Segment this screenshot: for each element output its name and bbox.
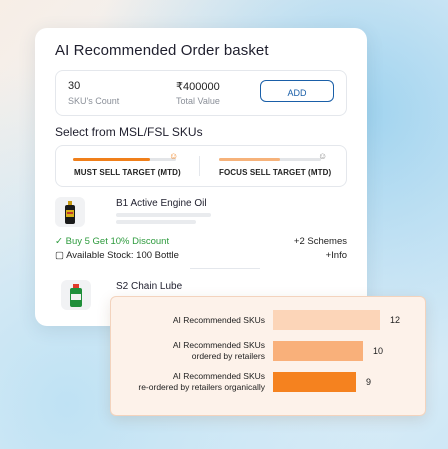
info-link[interactable]: +Info <box>326 250 347 261</box>
placeholder-line <box>116 220 196 224</box>
stock-label: Available Stock: 100 Bottle <box>66 250 179 261</box>
basket-summary: 30 SKU's Count ₹400000 Total Value ADD <box>55 70 347 116</box>
focus-sell-label: FOCUS SELL TARGET (MTD) <box>219 168 332 177</box>
row-value: 9 <box>366 377 372 387</box>
oil-bottle-icon <box>65 201 75 224</box>
product-name[interactable]: S2 Chain Lube <box>116 281 182 292</box>
section-title: Select from MSL/FSL SKUs <box>55 125 203 139</box>
reordered-bar <box>273 372 356 392</box>
row-value: 12 <box>390 315 401 325</box>
smile-icon: ☺ <box>318 151 328 161</box>
must-sell-progress-fill <box>73 158 151 161</box>
placeholder-line <box>116 213 211 217</box>
total-value-label: Total Value <box>176 96 220 106</box>
divider <box>190 268 260 269</box>
smile-icon: ☺ <box>169 151 179 161</box>
card-title: AI Recommended Order basket <box>55 42 269 59</box>
row-label: AI Recommended SKUs ordered by retailers <box>172 340 265 361</box>
divider <box>199 156 200 176</box>
total-value: ₹400000 <box>176 81 220 93</box>
add-button[interactable]: ADD <box>260 80 334 102</box>
lube-can-icon <box>70 284 82 307</box>
stock-text: ▢ Available Stock: 100 Bottle <box>55 250 179 261</box>
recommended-bar <box>273 310 380 330</box>
targets-panel: ☺ MUST SELL TARGET (MTD) ☺ FOCUS SELL TA… <box>55 145 347 187</box>
row-label: AI Recommended SKUs re-ordered by retail… <box>138 371 265 392</box>
box-icon: ▢ <box>55 250 64 261</box>
must-sell-label: MUST SELL TARGET (MTD) <box>74 168 181 177</box>
offer-label: Buy 5 Get 10% Discount <box>65 236 170 247</box>
sku-count-value: 30 <box>68 80 81 92</box>
product-thumbnail[interactable] <box>55 197 85 227</box>
check-icon: ✓ <box>55 236 63 247</box>
ordered-bar <box>273 341 363 361</box>
focus-sell-progress-fill <box>219 158 281 161</box>
order-basket-card: AI Recommended Order basket 30 SKU's Cou… <box>35 28 367 326</box>
sku-count-label: SKU's Count <box>68 96 120 106</box>
schemes-link[interactable]: +2 Schemes <box>294 236 347 247</box>
product-thumbnail[interactable] <box>61 280 91 310</box>
row-label: AI Recommended SKUs <box>172 315 265 325</box>
product-name[interactable]: B1 Active Engine Oil <box>116 198 207 209</box>
focus-sell-progress <box>219 158 321 161</box>
offer-text: ✓ Buy 5 Get 10% Discount <box>55 236 169 247</box>
must-sell-progress <box>73 158 176 161</box>
ai-recommendation-chart: AI Recommended SKUs 12 AI Recommended SK… <box>110 296 426 416</box>
row-value: 10 <box>373 346 384 356</box>
